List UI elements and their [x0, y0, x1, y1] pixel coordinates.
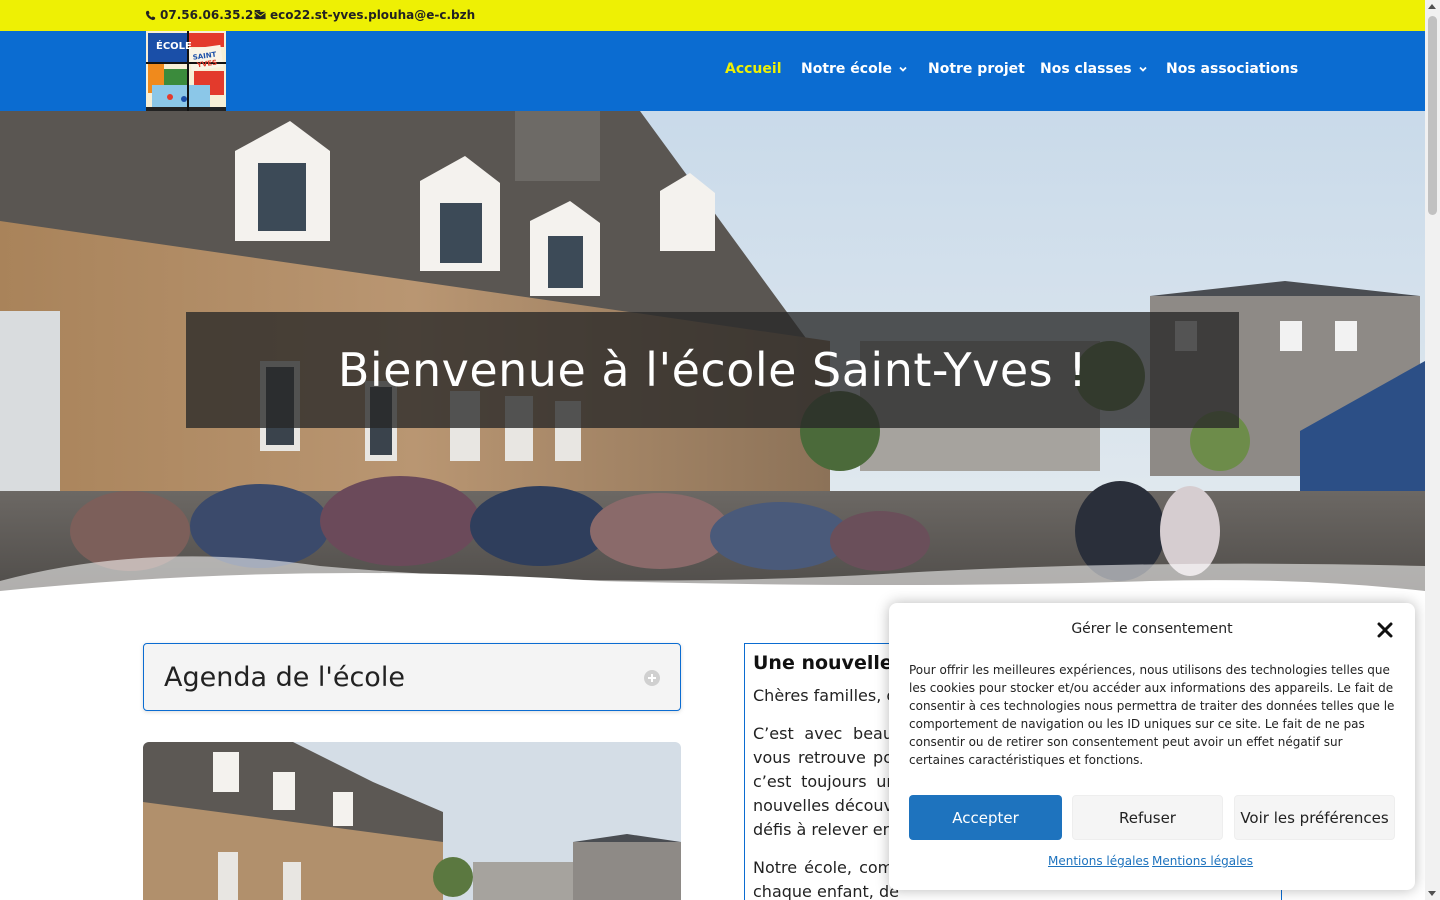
logo-image: ÉCOLE SAINT YVES [146, 31, 226, 111]
nav-item-notre-ecole[interactable]: Notre école [801, 61, 908, 77]
envelope-icon [255, 11, 266, 19]
phone-text: 07.56.06.35.25 [160, 8, 262, 22]
chevron-down-icon [899, 66, 907, 72]
scroll-up-icon[interactable] [1428, 4, 1436, 9]
nav-item-notre-projet[interactable]: Notre projet [928, 61, 1025, 77]
modal-title: Gérer le consentement [1071, 621, 1233, 637]
email-text: eco22.st-yves.plouha@e-c.bzh [270, 8, 476, 22]
toggle-title: Agenda de l'école [164, 662, 405, 693]
school-photo [143, 742, 681, 900]
consent-text: Pour offrir les meilleures expériences, … [909, 663, 1395, 767]
close-icon[interactable] [1375, 620, 1395, 640]
scroll-down-icon[interactable] [1428, 891, 1436, 896]
article-paragraph: C’est avec beau vous retrouve po c’est t… [753, 724, 893, 839]
top-bar: 07.56.06.35.25 eco22.st-yves.plouha@e-c.… [0, 0, 1425, 31]
legal-notice-link-2[interactable]: Mentions légales [1152, 854, 1253, 868]
scroll-thumb[interactable] [1428, 16, 1437, 215]
chevron-down-icon [1138, 66, 1147, 72]
nav-item-accueil[interactable]: Accueil [725, 61, 782, 77]
school-logo[interactable]: ÉCOLE SAINT YVES [146, 31, 226, 111]
accept-button[interactable]: Accepter [909, 795, 1062, 840]
cookie-consent-modal: Gérer le consentement Pour offrir les me… [889, 603, 1415, 890]
site-header: ÉCOLE SAINT YVES Accueil Notre école Not… [0, 31, 1425, 111]
nav-label: Nos associations [1166, 61, 1299, 77]
refuse-button[interactable]: Refuser [1072, 795, 1223, 840]
nav-label: Nos classes [1040, 61, 1132, 77]
legal-notice-link[interactable]: Mentions légales [1048, 854, 1149, 868]
nav-item-nos-associations[interactable]: Nos associations [1166, 61, 1298, 77]
page-scrollbar[interactable] [1425, 0, 1440, 900]
hero-section: Bienvenue à l'école Saint-Yves ! [0, 111, 1425, 603]
agenda-toggle[interactable]: Agenda de l'école [143, 643, 681, 711]
hero-banner: Bienvenue à l'école Saint-Yves ! [186, 312, 1239, 428]
nav-label: Accueil [725, 61, 782, 77]
hero-title: Bienvenue à l'école Saint-Yves ! [337, 343, 1088, 397]
phone-link[interactable]: 07.56.06.35.25 [145, 8, 262, 22]
email-link[interactable]: eco22.st-yves.plouha@e-c.bzh [255, 8, 475, 22]
nav-label: Notre école [801, 61, 893, 77]
nav-item-nos-classes[interactable]: Nos classes [1040, 61, 1148, 77]
school-building-image [143, 742, 681, 900]
preferences-button[interactable]: Voir les préférences [1234, 795, 1395, 840]
phone-icon [145, 10, 156, 20]
plus-circle-icon [644, 670, 660, 686]
nav-label: Notre projet [928, 61, 1025, 77]
svg-text:ÉCOLE: ÉCOLE [156, 39, 192, 52]
